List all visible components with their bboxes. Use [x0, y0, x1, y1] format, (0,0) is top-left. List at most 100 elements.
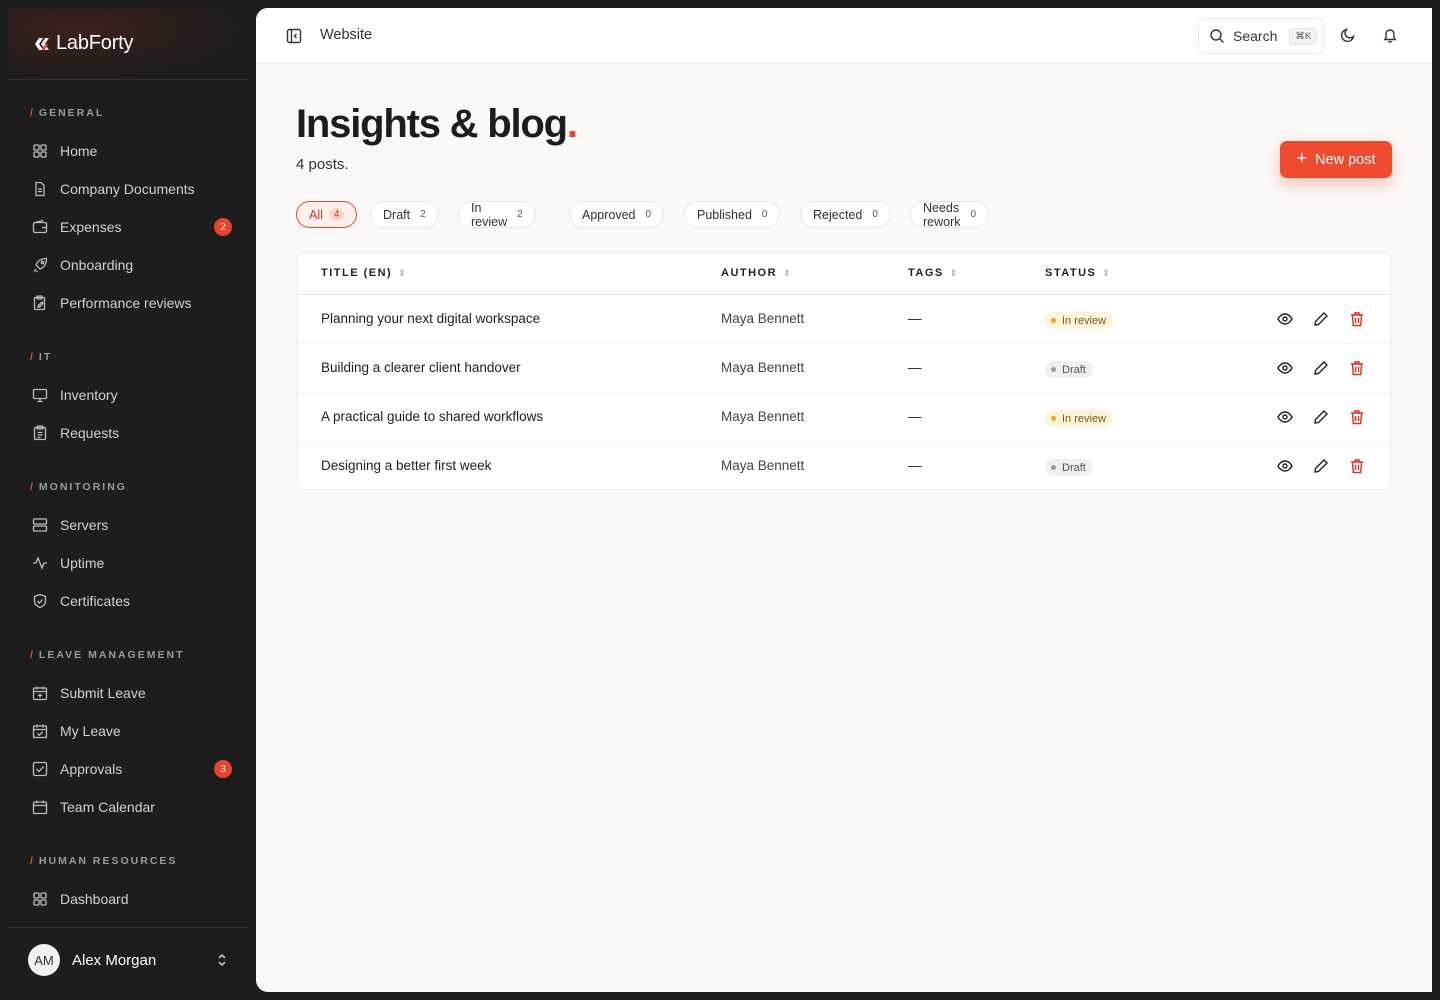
column-author[interactable]: AUTHOR ⇕ — [721, 267, 792, 279]
topbar: Website Search ⌘K — [256, 8, 1432, 64]
sort-icon: ⇕ — [1102, 267, 1112, 278]
trash-icon[interactable] — [1349, 311, 1365, 327]
table-header: TITLE (EN) ⇕ AUTHOR ⇕ TAGS ⇕ STATUS ⇕ — [297, 253, 1391, 295]
trash-icon[interactable] — [1349, 409, 1365, 425]
sidebar-item-label: Certificates — [60, 593, 131, 609]
section-it: / IT — [30, 351, 53, 363]
column-title[interactable]: TITLE (EN) ⇕ — [321, 267, 407, 279]
sidebar: LabForty / GENERAL Home Company Documents… — [0, 0, 256, 1000]
sidebar-item-requests[interactable]: Requests — [24, 416, 240, 450]
sidebar-item-expenses[interactable]: Expenses 2 — [24, 210, 240, 244]
moon-icon[interactable] — [1340, 27, 1356, 48]
post-count: 4 posts. — [296, 156, 349, 173]
chevron-up-down-icon[interactable] — [216, 952, 228, 973]
calendar-icon — [32, 799, 48, 815]
filter-label: Needs rework — [923, 200, 961, 229]
new-post-button[interactable]: + New post — [1280, 141, 1392, 178]
filter-needs-rework[interactable]: Needs rework 0 — [910, 200, 990, 229]
post-tags: — — [908, 409, 922, 424]
column-tags[interactable]: TAGS ⇕ — [908, 267, 959, 279]
status-badge: In review — [1045, 410, 1114, 427]
status-badge: In review — [1045, 312, 1114, 329]
post-tags: — — [908, 311, 922, 326]
page-title: Insights & blog. — [296, 102, 578, 147]
table-row[interactable]: A practical guide to shared workflows Ma… — [297, 393, 1391, 442]
pencil-icon[interactable] — [1313, 458, 1329, 474]
pencil-icon[interactable] — [1313, 409, 1329, 425]
filter-approved[interactable]: Approved 0 — [569, 201, 665, 228]
search-shortcut: ⌘K — [1289, 27, 1318, 45]
sidebar-item-label: Servers — [60, 517, 109, 533]
sidebar-item-team-calendar[interactable]: Team Calendar — [24, 790, 240, 824]
sidebar-toggle-icon[interactable] — [286, 28, 302, 49]
sidebar-item-uptime[interactable]: Uptime — [24, 546, 240, 580]
brand[interactable]: LabForty — [8, 8, 248, 80]
posts-table: TITLE (EN) ⇕ AUTHOR ⇕ TAGS ⇕ STATUS ⇕ Planni… — [296, 252, 1392, 490]
bell-icon[interactable] — [1382, 27, 1398, 48]
post-title: Building a clearer client handover — [321, 360, 521, 375]
sidebar-item-certificates[interactable]: Certificates — [24, 584, 240, 618]
filter-in-review[interactable]: In review 2 — [458, 200, 536, 229]
brand-name: LabForty — [56, 32, 134, 54]
column-status[interactable]: STATUS ⇕ — [1045, 267, 1111, 279]
filter-label: Rejected — [813, 207, 863, 222]
sidebar-item-inventory[interactable]: Inventory — [24, 378, 240, 412]
filter-count: 4 — [328, 208, 345, 221]
user-menu[interactable]: AM Alex Morgan — [8, 927, 248, 992]
sidebar-item-approvals[interactable]: Approvals 3 — [24, 752, 240, 786]
table-row[interactable]: Planning your next digital workspace May… — [297, 295, 1391, 344]
trash-icon[interactable] — [1349, 360, 1365, 376]
post-author: Maya Bennett — [721, 360, 805, 375]
monitor-icon — [32, 387, 48, 403]
eye-icon[interactable] — [1277, 360, 1293, 376]
sidebar-item-servers[interactable]: Servers — [24, 508, 240, 542]
status-label: In review — [1062, 314, 1107, 327]
sidebar-item-label: Expenses — [60, 219, 122, 235]
post-author: Maya Bennett — [721, 311, 805, 326]
status-badge: Draft — [1045, 459, 1093, 476]
server-icon — [32, 517, 48, 533]
sidebar-item-my-leave[interactable]: My Leave — [24, 714, 240, 748]
clipboard-list-icon — [32, 425, 48, 441]
sidebar-item-onboarding[interactable]: Onboarding — [24, 248, 240, 282]
search-button[interactable]: Search ⌘K — [1198, 18, 1324, 54]
sidebar-item-label: Company Documents — [60, 181, 195, 197]
filter-label: Approved — [582, 207, 636, 222]
sidebar-item-submit-leave[interactable]: Submit Leave — [24, 676, 240, 710]
breadcrumb[interactable]: Website — [320, 27, 372, 43]
filter-rejected[interactable]: Rejected 0 — [800, 201, 891, 228]
sidebar-item-label: My Leave — [60, 723, 121, 739]
filter-count: 2 — [420, 209, 426, 220]
trash-icon[interactable] — [1349, 458, 1365, 474]
post-author: Maya Bennett — [721, 409, 805, 424]
section-title: MONITORING — [38, 481, 127, 493]
sidebar-item-label: Submit Leave — [60, 685, 146, 701]
calendar-plus-icon — [32, 685, 48, 701]
sidebar-item-label: Requests — [60, 425, 120, 441]
sidebar-item-dashboard[interactable]: Dashboard — [24, 882, 240, 916]
filter-label: Published — [697, 207, 752, 222]
filter-draft[interactable]: Draft 2 — [370, 201, 439, 228]
table-row[interactable]: Building a clearer client handover Maya … — [297, 344, 1391, 393]
eye-icon[interactable] — [1277, 458, 1293, 474]
sidebar-item-home[interactable]: Home — [24, 134, 240, 168]
post-tags: — — [908, 458, 922, 473]
post-title: A practical guide to shared workflows — [321, 409, 544, 424]
table-row[interactable]: Designing a better first week Maya Benne… — [297, 442, 1391, 489]
user-name: Alex Morgan — [72, 951, 157, 969]
eye-icon[interactable] — [1277, 409, 1293, 425]
pencil-icon[interactable] — [1313, 360, 1329, 376]
plus-icon: + — [1296, 148, 1308, 168]
filter-label: In review — [471, 200, 508, 229]
eye-icon[interactable] — [1277, 311, 1293, 327]
filter-published[interactable]: Published 0 — [684, 201, 781, 228]
sidebar-item-company-documents[interactable]: Company Documents — [24, 172, 240, 206]
section-human-resources: / HUMAN RESOURCES — [30, 855, 178, 867]
sidebar-item-performance-reviews[interactable]: Performance reviews — [24, 286, 240, 320]
clipboard-edit-icon — [32, 295, 48, 311]
new-post-label: New post — [1315, 151, 1376, 168]
filter-all[interactable]: All 4 — [296, 201, 358, 228]
pencil-icon[interactable] — [1313, 311, 1329, 327]
section-title: HUMAN RESOURCES — [38, 855, 178, 867]
sidebar-item-label: Approvals — [60, 761, 123, 777]
